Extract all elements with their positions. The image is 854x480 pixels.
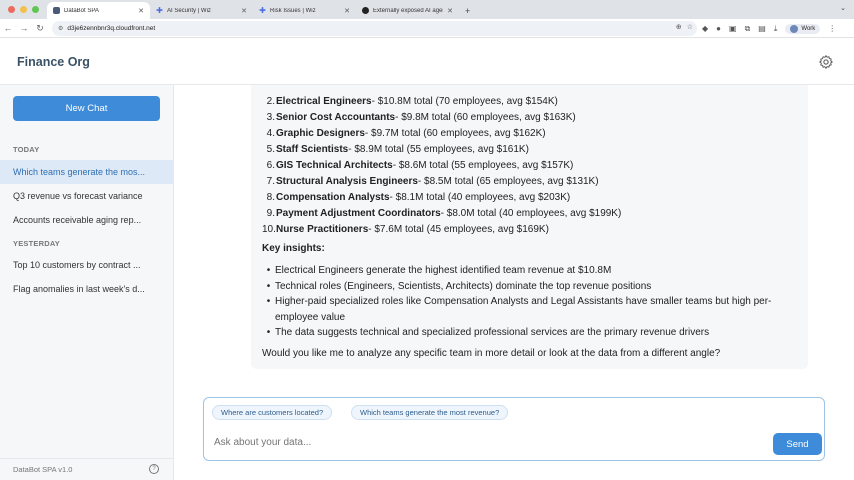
back-arrow-icon[interactable]: ← bbox=[0, 23, 16, 33]
browser-tab-ai-security[interactable]: ✚ AI Security | Wiz ✕ bbox=[150, 2, 253, 19]
download-icon[interactable]: ⤓ bbox=[774, 24, 778, 34]
app-header: Finance Org bbox=[0, 39, 854, 85]
list-item: 2. Electrical Engineers - $10.8M total (7… bbox=[266, 96, 558, 107]
tab-title: Externally exposed AI agent bbox=[373, 7, 444, 14]
github-favicon-icon bbox=[362, 7, 369, 14]
list-item: 10. Nurse Practitioners - $7.6M total (45… bbox=[262, 224, 549, 235]
forward-arrow-icon[interactable]: → bbox=[16, 23, 32, 33]
zoom-icon[interactable]: ⊕ bbox=[676, 23, 682, 31]
tab-search-chevron-icon[interactable]: ⌄ bbox=[840, 4, 846, 12]
team-revenue-list: 2. Electrical Engineers - $10.8M total (7… bbox=[262, 94, 621, 238]
section-heading-today: TODAY bbox=[13, 145, 40, 154]
tab-title: Risk Issues | Wiz bbox=[270, 7, 316, 14]
new-chat-button[interactable]: New Chat bbox=[13, 96, 160, 121]
list-item: • Electrical Engineers generate the highe… bbox=[266, 265, 612, 276]
list-item: 7. Structural Analysis Engineers - $8.5M … bbox=[266, 176, 599, 187]
profile-label: Work bbox=[801, 25, 816, 32]
list-item: 3. Senior Cost Accountants - $9.8M total … bbox=[266, 112, 576, 123]
tab-title: DataBot SPA bbox=[64, 7, 99, 14]
insights-heading: Key insights: bbox=[262, 243, 325, 254]
help-icon[interactable]: ? bbox=[149, 464, 159, 474]
more-menu-icon[interactable]: ⋮ bbox=[828, 24, 836, 33]
browser-toolbar: ← → ↻ ⚙ d3je6zennbnr3q.cloudfront.net ⊕ … bbox=[0, 19, 854, 38]
extension-icon[interactable]: ● bbox=[716, 24, 721, 33]
list-item: 5. Staff Scientists - $8.9M total (55 emp… bbox=[266, 144, 529, 155]
tab-title: AI Security | Wiz bbox=[167, 7, 211, 14]
list-item: • The data suggests technical and special… bbox=[266, 327, 710, 338]
chat-composer: Where are customers located? Which teams… bbox=[203, 397, 825, 461]
list-item: 4. Graphic Designers - $9.7M total (60 em… bbox=[266, 128, 546, 139]
browser-tab-github[interactable]: Externally exposed AI agent ✕ bbox=[356, 2, 459, 19]
databot-favicon-icon bbox=[53, 7, 60, 14]
app-version: DataBot SPA v1.0 bbox=[13, 465, 73, 474]
conversation-item[interactable]: Top 10 customers by contract ... bbox=[0, 253, 173, 277]
wiz-favicon-icon: ✚ bbox=[156, 6, 163, 15]
maximize-window-button[interactable] bbox=[32, 6, 39, 13]
list-item: 6. GIS Technical Architects - $8.6M total… bbox=[266, 160, 574, 171]
address-bar[interactable]: ⚙ d3je6zennbnr3q.cloudfront.net ⊕ ☆ bbox=[52, 21, 697, 36]
profile-button[interactable]: Work bbox=[785, 23, 821, 34]
close-tab-icon[interactable]: ✕ bbox=[447, 7, 453, 15]
section-heading-yesterday: YESTERDAY bbox=[13, 239, 60, 248]
close-window-button[interactable] bbox=[8, 6, 15, 13]
conversation-item[interactable]: Flag anomalies in last week's d... bbox=[0, 277, 173, 301]
browser-tab-risk-issues[interactable]: ✚ Risk Issues | Wiz ✕ bbox=[253, 2, 356, 19]
conversation-item[interactable]: Which teams generate the mos... bbox=[0, 160, 173, 184]
close-tab-icon[interactable]: ✕ bbox=[344, 7, 350, 15]
chat-input[interactable] bbox=[214, 437, 754, 448]
suggestion-chip[interactable]: Where are customers located? bbox=[212, 405, 333, 420]
new-tab-button[interactable]: + bbox=[459, 2, 476, 19]
close-tab-icon[interactable]: ✕ bbox=[241, 7, 247, 15]
conversation-item[interactable]: Accounts receivable aging rep... bbox=[0, 208, 173, 232]
sidebar: New Chat TODAY Which teams generate the … bbox=[0, 85, 174, 480]
conversation-item[interactable]: Q3 revenue vs forecast variance bbox=[0, 184, 173, 208]
bookmark-star-icon[interactable]: ☆ bbox=[687, 23, 693, 31]
send-button[interactable]: Send bbox=[773, 433, 822, 455]
close-tab-icon[interactable]: ✕ bbox=[138, 7, 144, 15]
window-controls bbox=[0, 0, 47, 19]
list-item: 8. Compensation Analysts - $8.1M total (4… bbox=[266, 192, 571, 203]
wiz-favicon-icon: ✚ bbox=[259, 6, 266, 15]
shield-icon[interactable]: ▣ bbox=[729, 24, 737, 33]
extension-icon[interactable]: ◆ bbox=[702, 24, 708, 33]
app-title: Finance Org bbox=[17, 55, 90, 69]
followup-question: Would you like me to analyze any specifi… bbox=[262, 348, 721, 359]
suggestion-chip[interactable]: Which teams generate the most revenue? bbox=[351, 405, 509, 420]
insights-list: • Electrical Engineers generate the highe… bbox=[262, 263, 802, 341]
sidebar-footer: DataBot SPA v1.0 ? bbox=[0, 458, 173, 480]
sidepanel-icon[interactable]: ▤ bbox=[758, 24, 766, 33]
puzzle-icon[interactable]: ⧉ bbox=[745, 24, 751, 34]
list-item: • Higher-paid specialized roles like Comp… bbox=[266, 296, 772, 323]
browser-tab-databot[interactable]: DataBot SPA ✕ bbox=[47, 2, 150, 19]
minimize-window-button[interactable] bbox=[20, 6, 27, 13]
url-text: d3je6zennbnr3q.cloudfront.net bbox=[67, 25, 156, 32]
list-item: • Technical roles (Engineers, Scientists,… bbox=[266, 280, 652, 292]
reload-icon[interactable]: ↻ bbox=[32, 23, 48, 34]
chat-main: 2. Electrical Engineers - $10.8M total (7… bbox=[174, 85, 854, 480]
list-item: 9. Payment Adjustment Coordinators - $8.0… bbox=[266, 208, 622, 219]
settings-gear-icon[interactable] bbox=[818, 54, 834, 70]
browser-tab-strip: DataBot SPA ✕ ✚ AI Security | Wiz ✕ ✚ Ri… bbox=[0, 0, 854, 19]
avatar bbox=[790, 24, 799, 33]
site-info-icon[interactable]: ⚙ bbox=[58, 25, 63, 32]
